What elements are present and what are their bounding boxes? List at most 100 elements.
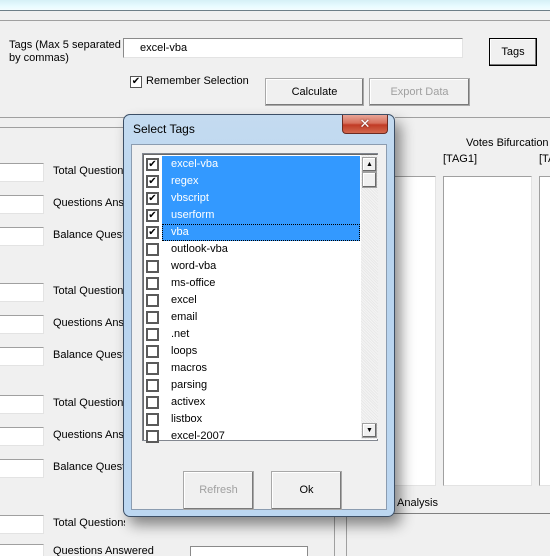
tag-label: loops <box>171 345 198 357</box>
calculate-button[interactable]: Calculate <box>265 78 364 106</box>
stat-value-field[interactable] <box>0 315 44 334</box>
stat-value-field[interactable] <box>0 544 44 556</box>
tag-checkbox[interactable]: ✔ <box>146 226 159 239</box>
vertical-scrollbar[interactable]: ▲ ▼ <box>361 155 378 439</box>
tag-list-item[interactable]: ms-office <box>144 275 360 292</box>
tag1-votes-list[interactable] <box>443 176 532 486</box>
triangle-up-icon: ▲ <box>366 161 373 168</box>
stat-label: Total Questions <box>53 285 125 297</box>
stat-label: Questions Answered <box>53 545 154 556</box>
tag-label: vba <box>162 224 360 241</box>
tag-checkbox[interactable]: ✔ <box>146 158 159 171</box>
tag-label: excel <box>171 294 197 306</box>
tag-checkbox[interactable] <box>146 430 159 443</box>
votes-bifurcation-title: Votes Bifurcation <box>466 137 549 149</box>
stat-value-field[interactable] <box>0 427 44 446</box>
tag-list-item[interactable]: ✔ excel-vba <box>144 156 360 173</box>
scroll-up-button[interactable]: ▲ <box>362 157 377 172</box>
stat-value-field[interactable] <box>0 163 44 182</box>
dialog-title: Select Tags <box>133 122 195 136</box>
stat-value-field[interactable] <box>0 283 44 302</box>
tag-label: vbscript <box>162 190 360 207</box>
tag-list-item[interactable]: outlook-vba <box>144 241 360 258</box>
tag-checkbox[interactable]: ✔ <box>146 192 159 205</box>
stat-value-field[interactable] <box>0 347 44 366</box>
tag-label: ms-office <box>171 277 216 289</box>
tag-checkbox[interactable]: ✔ <box>146 175 159 188</box>
close-button[interactable]: ✕ <box>342 115 388 134</box>
tag-checkbox[interactable] <box>146 311 159 324</box>
tag-list-item[interactable]: listbox <box>144 411 360 428</box>
window-title-bar <box>0 0 550 11</box>
tag-listbox[interactable]: ✔ excel-vba ✔ regex ✔ vbscript ✔ userform ✔ vba ou… <box>142 153 378 443</box>
tags-button[interactable]: Tags <box>489 38 537 66</box>
stat-label: Questions Answered <box>53 429 125 441</box>
tag-list-item[interactable]: macros <box>144 360 360 377</box>
stat-value-field[interactable] <box>0 515 44 534</box>
tag-list-item[interactable]: excel-2007 <box>144 428 360 445</box>
stat-value-field[interactable] <box>0 227 44 246</box>
tag-checkbox[interactable] <box>146 413 159 426</box>
tag-checkbox[interactable] <box>146 362 159 375</box>
export-data-button: Export Data <box>369 78 470 106</box>
stat-value-field[interactable] <box>0 195 44 214</box>
divider <box>0 20 550 21</box>
stat-label: Questions Answered <box>53 317 125 329</box>
tag-checkbox[interactable] <box>146 294 159 307</box>
tag-list-item[interactable]: ✔ userform <box>144 207 360 224</box>
tag-label: word-vba <box>171 260 217 272</box>
tag-label: .net <box>171 328 190 340</box>
stat-label: Balance Questions <box>53 229 125 241</box>
tag-label: outlook-vba <box>171 243 228 255</box>
tag-checkbox[interactable] <box>146 345 159 358</box>
divider <box>390 513 550 514</box>
tag-checkbox[interactable]: ✔ <box>146 209 159 222</box>
tag-checkbox[interactable] <box>146 396 159 409</box>
votes-list[interactable] <box>390 176 436 486</box>
triangle-down-icon: ▼ <box>366 427 373 434</box>
tag-label: regex <box>162 173 360 190</box>
tag-list-item[interactable]: .net <box>144 326 360 343</box>
scrollbar-thumb[interactable] <box>362 172 377 188</box>
stat-label: Total Questions <box>53 397 125 409</box>
frame-border <box>0 127 130 128</box>
tag-label: listbox <box>171 413 203 425</box>
tag2-votes-list[interactable] <box>539 176 550 486</box>
tag-label: email <box>171 311 198 323</box>
tags-input[interactable]: excel-vba <box>123 38 463 58</box>
tag-list-item[interactable]: parsing <box>144 377 360 394</box>
tag-list-item[interactable]: word-vba <box>144 258 360 275</box>
refresh-button: Refresh <box>183 471 254 510</box>
remember-selection-checkbox[interactable]: ✔ <box>130 76 142 88</box>
tag1-column-label: [TAG1] <box>443 153 478 165</box>
tag-label: excel-vba <box>162 156 360 173</box>
tag-list-item[interactable]: excel <box>144 292 360 309</box>
tag-label: userform <box>162 207 360 224</box>
tag-list-item[interactable]: email <box>144 309 360 326</box>
tag-label: parsing <box>171 379 208 391</box>
stat-value-field[interactable] <box>190 546 308 556</box>
tag-checkbox[interactable] <box>146 260 159 273</box>
tag-checkbox[interactable] <box>146 379 159 392</box>
select-tags-dialog: Select Tags ✕ ✔ excel-vba ✔ regex ✔ vbscript ✔… <box>123 114 395 517</box>
tag-list-item[interactable]: ✔ regex <box>144 173 360 190</box>
stat-label: Balance Questions <box>53 461 125 473</box>
scroll-down-button[interactable]: ▼ <box>362 423 377 438</box>
dialog-body: ✔ excel-vba ✔ regex ✔ vbscript ✔ userform ✔ vba ou… <box>131 144 387 510</box>
stat-label: Total Questions <box>53 165 125 177</box>
tag-checkbox[interactable] <box>146 328 159 341</box>
tag-list-item[interactable]: loops <box>144 343 360 360</box>
tag-list-item[interactable]: ✔ vbscript <box>144 190 360 207</box>
tag-checkbox[interactable] <box>146 277 159 290</box>
remember-selection-label: Remember Selection <box>146 75 249 87</box>
tag-checkbox[interactable] <box>146 243 159 256</box>
ok-button[interactable]: Ok <box>271 471 342 510</box>
stat-label: Balance Questions <box>53 349 125 361</box>
tag-list-item[interactable]: ✔ vba <box>144 224 360 241</box>
tag-list-item[interactable]: activex <box>144 394 360 411</box>
tags-label: Tags (Max 5 separated by commas) <box>9 39 121 64</box>
stat-label: Total Questions <box>53 517 125 529</box>
stat-value-field[interactable] <box>0 395 44 414</box>
stat-value-field[interactable] <box>0 459 44 478</box>
tag2-column-label: [TAG2] <box>539 153 550 165</box>
